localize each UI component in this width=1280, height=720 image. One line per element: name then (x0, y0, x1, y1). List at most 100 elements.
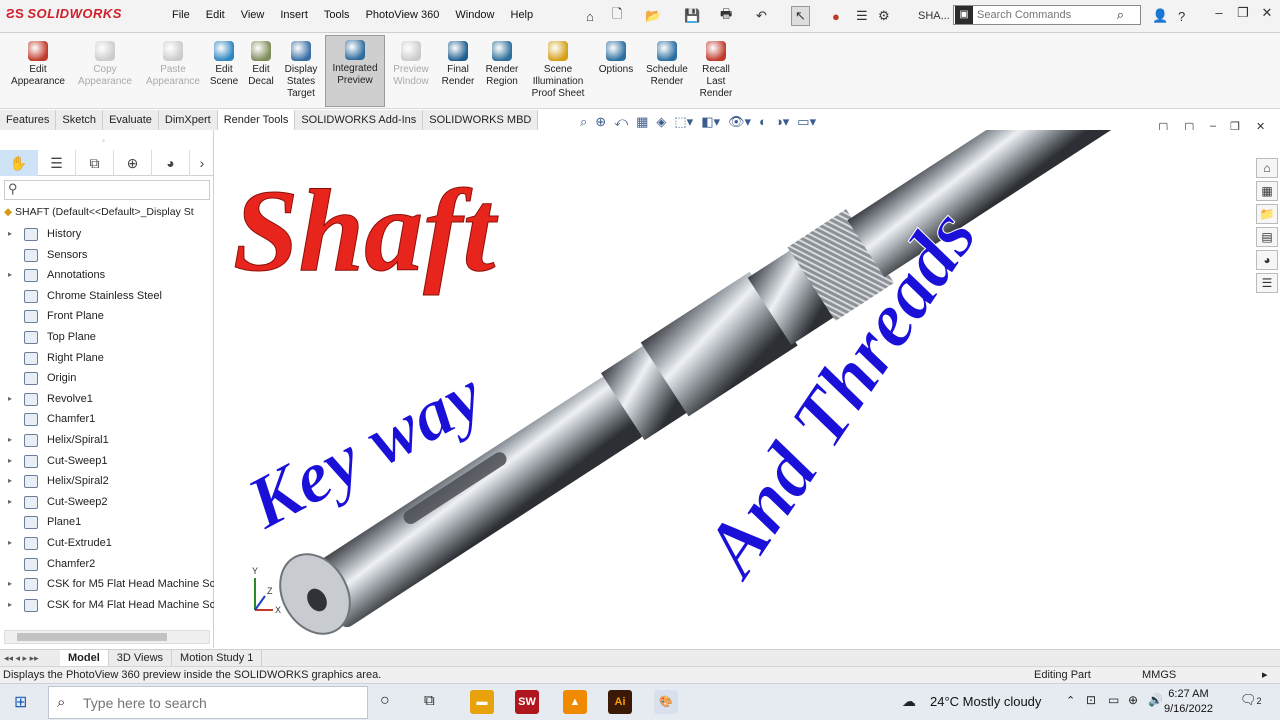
file-properties-icon[interactable]: ☰ (856, 6, 868, 26)
tree-item[interactable]: ▸ CSK for M5 Flat Head Machine Sc (0, 574, 214, 595)
status-resize-icon[interactable]: ▸ (1262, 667, 1268, 683)
bottom-tab-model[interactable]: Model (60, 650, 109, 666)
print-icon[interactable]: 🖶 (720, 6, 732, 26)
menu-file[interactable]: File (164, 9, 198, 21)
illustrator-icon[interactable]: Ai (608, 690, 632, 714)
expand-arrow-icon[interactable]: ▸ (8, 492, 12, 513)
ribbon-integrated-preview-button[interactable]: Integrated Preview (325, 35, 385, 107)
status-units[interactable]: MMGS (1142, 667, 1176, 683)
ribbon-preview-window-button[interactable]: Preview Window (388, 37, 434, 88)
tree-item[interactable]: Plane1 (0, 512, 214, 533)
battery-icon[interactable]: ▭ (1108, 693, 1119, 707)
open-icon[interactable]: 📂 (645, 6, 661, 26)
ribbon-display-states-button[interactable]: Display States Target (280, 37, 322, 100)
solidworks-logo[interactable]: ƧS SOLIDWORKS (6, 6, 122, 21)
volume-icon[interactable]: 🔊 (1148, 693, 1163, 707)
graphics-area[interactable]: Shaft Key way And Threads Y X Z (215, 130, 1255, 648)
rebuild-icon[interactable]: ● (832, 6, 840, 26)
ribbon-copy-appearance-button[interactable]: Copy Appearance (76, 37, 134, 88)
expand-arrow-icon[interactable]: ▸ (8, 224, 12, 245)
dimxpert-manager-tab-icon[interactable]: ⊕ (114, 150, 152, 176)
dynamic-annotation-icon[interactable]: ◈ (656, 114, 666, 130)
search-scope-icon[interactable]: ▣ (955, 6, 973, 24)
tree-item[interactable]: ▸ Cut-Sweep1 (0, 451, 214, 472)
expand-arrow-icon[interactable]: ▸ (8, 533, 12, 554)
bottom-tab-3d-views[interactable]: 3D Views (109, 650, 173, 666)
menu-help[interactable]: Help (503, 9, 542, 21)
solidworks-taskbar-icon[interactable]: SW (515, 690, 539, 714)
tree-item[interactable]: ▸ Cut-Extrude1 (0, 533, 214, 554)
tree-horizontal-scrollbar[interactable] (4, 630, 210, 644)
menu-edit[interactable]: Edit (198, 9, 233, 21)
tree-item[interactable]: Top Plane (0, 327, 214, 348)
expand-arrow-icon[interactable]: ▸ (8, 471, 12, 492)
windows-start-icon[interactable]: ⊞ (14, 692, 27, 712)
ribbon-paste-appearance-button[interactable]: Paste Appearance (140, 37, 206, 88)
restore-icon[interactable]: ❐ (1232, 5, 1254, 25)
tree-item[interactable]: ▸ History (0, 224, 214, 245)
view-orientation-icon[interactable]: ⬚▾ (674, 114, 693, 130)
tab-solidworks-add-ins[interactable]: SOLIDWORKS Add-Ins (295, 110, 424, 130)
tree-item[interactable]: ▸ Helix/Spiral2 (0, 471, 214, 492)
weather-text[interactable]: 24°C Mostly cloudy (930, 694, 1041, 709)
help-icon[interactable]: ? (1178, 6, 1185, 26)
tree-item[interactable]: ▸ Annotations (0, 265, 214, 286)
notifications-icon[interactable]: 🗨2 (1240, 692, 1262, 708)
section-view-icon[interactable]: ▦ (636, 114, 648, 130)
tree-item[interactable]: Front Plane (0, 306, 214, 327)
zoom-area-icon[interactable]: ⊕ (595, 114, 606, 130)
menu-insert[interactable]: Insert (272, 9, 316, 21)
select-icon[interactable]: ↖ (791, 6, 810, 26)
search-icon[interactable]: ⌕ (1117, 7, 1124, 23)
search-commands-box[interactable]: ▣ ⌕ (953, 5, 1141, 25)
design-library-icon[interactable]: ▦ (1256, 181, 1278, 201)
view-settings-icon[interactable]: ▭▾ (797, 114, 816, 130)
file-explorer-taskbar-icon[interactable]: ▬ (470, 690, 494, 714)
view-palette-icon[interactable]: ▤ (1256, 227, 1278, 247)
configuration-manager-tab-icon[interactable]: ⧉ (76, 150, 114, 176)
tree-item[interactable]: Chamfer1 (0, 409, 214, 430)
appearances-scenes-icon[interactable]: ◕ (1256, 250, 1278, 270)
chevron-right-icon[interactable]: › (190, 150, 214, 176)
ribbon-render-region-button[interactable]: Render Region (481, 37, 523, 88)
tree-item[interactable]: ▸ CSK for M4 Flat Head Machine Sc (0, 595, 214, 616)
taskbar-clock[interactable]: 6:27 AM 9/16/2022 (1164, 687, 1213, 717)
tab-sketch[interactable]: Sketch (56, 110, 104, 130)
expand-arrow-icon[interactable]: ▸ (8, 595, 12, 616)
paint-icon[interactable]: 🎨 (654, 690, 678, 714)
tree-root-part[interactable]: ◆ SHAFT (Default<<Default>_Display St (4, 206, 214, 218)
tab-evaluate[interactable]: Evaluate (103, 110, 159, 130)
taskbar-search-box[interactable]: ⌕ (48, 686, 368, 719)
graphics-close-icon[interactable]: ✕ (1256, 116, 1265, 136)
display-manager-tab-icon[interactable]: ◕ (152, 150, 190, 176)
apply-scene-icon[interactable]: ◑▾ (775, 114, 789, 130)
custom-properties-icon[interactable]: ☰ (1256, 273, 1278, 293)
ribbon-proof-sheet-button[interactable]: Scene Illumination Proof Sheet (526, 37, 590, 100)
new-document-icon[interactable]: 🗋 (612, 6, 622, 26)
tree-item[interactable]: ▸ Cut-Sweep2 (0, 492, 214, 513)
tree-item[interactable]: Chrome Stainless Steel (0, 286, 214, 307)
ribbon-decal-button[interactable]: Edit Decal (244, 37, 278, 88)
zoom-to-fit-icon[interactable]: ⌕ (580, 114, 587, 130)
undo-icon[interactable]: ↶ (756, 6, 767, 26)
expand-arrow-icon[interactable]: ▸ (8, 574, 12, 595)
tree-filter[interactable]: ⚲ (4, 180, 210, 200)
tab-solidworks-mbd[interactable]: SOLIDWORKS MBD (423, 110, 539, 130)
ribbon-schedule-render-button[interactable]: Schedule Render (641, 37, 693, 88)
tab-scroll-arrows-icon[interactable]: ◂◂ ◂ ▸ ▸▸ (0, 650, 60, 666)
gear-icon[interactable]: ⚙ (878, 6, 890, 26)
tree-item[interactable]: Origin (0, 368, 214, 389)
ribbon-options-button[interactable]: Options (594, 37, 638, 76)
search-commands-input[interactable] (977, 9, 1117, 21)
tab-render-tools[interactable]: Render Tools (217, 110, 296, 130)
home-icon[interactable]: ⌂ (586, 6, 594, 26)
feature-manager-tab-icon[interactable]: ✋ (0, 150, 38, 176)
ribbon-appearance-button[interactable]: Edit Appearance (4, 37, 72, 88)
menu-view[interactable]: View (233, 9, 273, 21)
tab-features[interactable]: Features (0, 110, 57, 130)
solidworks-resources-icon[interactable]: ⌂ (1256, 158, 1278, 178)
bottom-tab-motion-study-1[interactable]: Motion Study 1 (172, 650, 263, 666)
close-icon[interactable]: ✕ (1256, 5, 1278, 25)
expand-arrow-icon[interactable]: ▸ (8, 265, 12, 286)
panel-grip-icon[interactable]: ◦ (102, 136, 105, 145)
